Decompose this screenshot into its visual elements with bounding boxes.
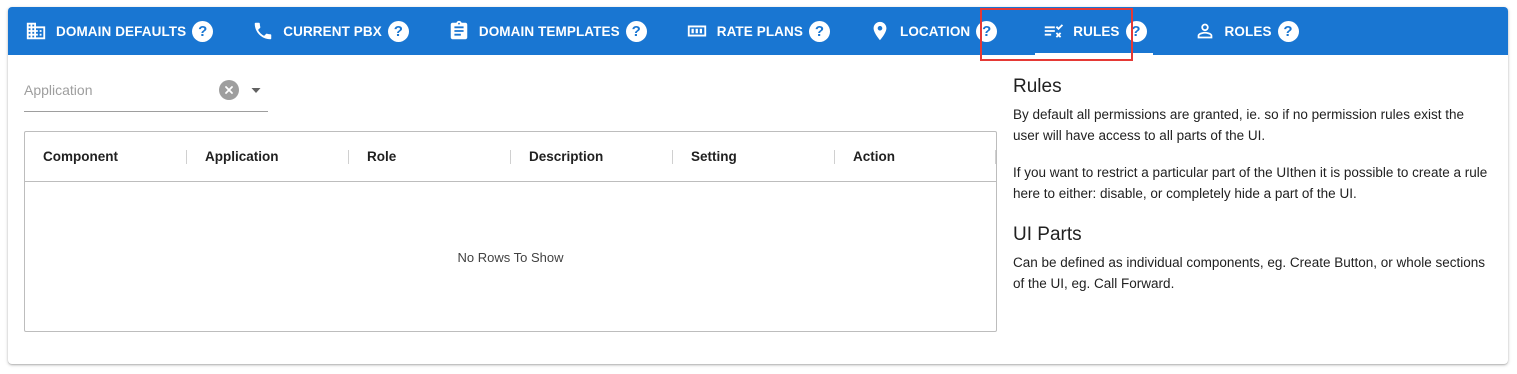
help-icon[interactable]: ? [192,20,214,42]
application-filter-input[interactable] [24,70,214,110]
help-icon[interactable]: ? [1125,20,1147,42]
person-icon [1193,19,1217,43]
tab-label: LOCATION [899,23,971,39]
tab-label: DOMAIN DEFAULTS [56,23,187,39]
grid-empty-message: No Rows To Show [457,249,564,265]
rules-heading: Rules [1013,76,1062,97]
chevron-down-icon[interactable] [249,83,263,97]
counter-icon [685,19,709,43]
ui-parts-heading: UI Parts [1013,224,1082,245]
tab-rate-plans[interactable]: RATE PLANS ? [685,7,830,55]
help-panel: Rules By default all permissions are gra… [1013,76,1493,294]
tab-location[interactable]: LOCATION ? [868,7,998,55]
tab-label: RULES [1073,23,1120,39]
ui-parts-description: Can be defined as individual components,… [1013,255,1486,291]
tab-label: ROLES [1224,23,1272,39]
column-header-setting[interactable]: Setting [673,132,835,182]
building-icon [24,19,48,43]
clipboard-icon [447,19,471,43]
column-header-role[interactable]: Role [349,132,511,182]
tab-domain-defaults[interactable]: DOMAIN DEFAULTS ? [24,7,214,55]
tab-rules[interactable]: RULES ? [1035,7,1153,55]
tab-label: CURRENT PBX [283,23,382,39]
help-icon[interactable]: ? [1277,20,1299,42]
column-header-component[interactable]: Component [25,132,187,182]
help-icon[interactable]: ? [808,20,830,42]
tab-label: RATE PLANS [716,23,803,39]
rules-description-1: By default all permissions are granted, … [1013,107,1464,143]
tab-label: DOMAIN TEMPLATES [478,23,620,39]
help-icon[interactable]: ? [387,20,409,42]
rules-description-2: If you want to restrict a particular par… [1013,165,1488,201]
tab-bar: DOMAIN DEFAULTS ? CURRENT PBX ? DOMAIN T… [8,7,1508,55]
location-pin-icon [868,19,892,43]
column-header-application[interactable]: Application [187,132,349,182]
phone-icon [251,19,275,43]
rules-grid: Component Application Role Description S… [24,131,997,332]
help-icon[interactable]: ? [976,20,998,42]
tab-domain-templates[interactable]: DOMAIN TEMPLATES ? [447,7,647,55]
column-header-action[interactable]: Action [835,132,996,182]
application-filter[interactable] [24,70,268,112]
tab-roles[interactable]: ROLES ? [1193,7,1299,55]
column-header-description[interactable]: Description [511,132,673,182]
grid-header: Component Application Role Description S… [25,132,996,182]
tab-current-pbx[interactable]: CURRENT PBX ? [251,7,409,55]
clear-icon[interactable] [219,80,239,100]
rules-list-icon [1041,19,1065,43]
help-icon[interactable]: ? [625,20,647,42]
